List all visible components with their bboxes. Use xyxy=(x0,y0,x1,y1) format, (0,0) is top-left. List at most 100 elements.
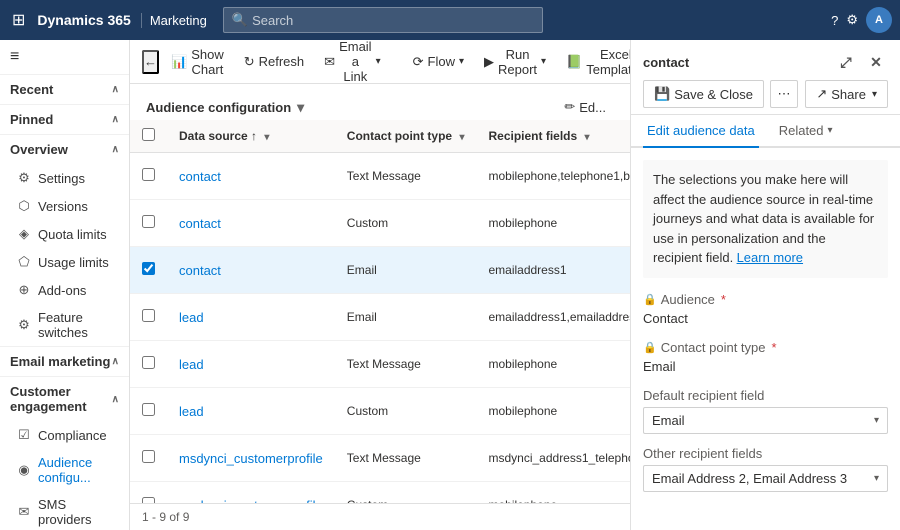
sidebar-item-quota[interactable]: ◈ Quota limits xyxy=(0,220,129,248)
versions-icon: ⬡ xyxy=(16,198,32,214)
expand-icon[interactable]: ⤢ xyxy=(834,50,858,74)
row-checkbox-cell[interactable] xyxy=(130,153,167,200)
sidebar-hamburger[interactable]: ≡ xyxy=(0,40,129,74)
data-source-link[interactable]: lead xyxy=(179,310,204,325)
excel-templates-button[interactable]: 📗 Excel Templates ▾ xyxy=(558,42,630,82)
tab-edit-audience[interactable]: Edit audience data xyxy=(643,115,759,148)
sidebar-customer-label: Customer engagement xyxy=(10,384,112,414)
search-box[interactable]: 🔍 Search xyxy=(223,7,543,33)
data-source-link[interactable]: lead xyxy=(179,357,204,372)
row-checkbox-cell[interactable] xyxy=(130,247,167,294)
contact-point-field-section: 🔒 Contact point type Email xyxy=(643,340,888,376)
flow-button[interactable]: ⟳ Flow ▾ xyxy=(405,49,472,75)
sidebar-item-addons[interactable]: ⊕ Add-ons xyxy=(0,276,129,304)
row-checkbox[interactable] xyxy=(142,168,155,181)
brand-name: Dynamics 365 xyxy=(37,12,130,28)
help-icon[interactable]: ? xyxy=(831,13,838,28)
sidebar-item-usage[interactable]: ⬠ Usage limits xyxy=(0,248,129,276)
audience-icon: ◉ xyxy=(16,462,32,478)
sidebar-item-sms[interactable]: ✉ SMS providers xyxy=(0,491,129,530)
waffle-icon[interactable]: ⊞ xyxy=(8,6,29,34)
data-source-link[interactable]: lead xyxy=(179,404,204,419)
audience-table: Data source ↑ ▾ Contact point type ▾ Rec… xyxy=(130,120,630,503)
row-checkbox[interactable] xyxy=(142,262,155,275)
refresh-button[interactable]: ↻ Refresh xyxy=(236,49,312,75)
other-recipient-dropdown[interactable]: Email Address 2, Email Address 3 ▾ xyxy=(643,465,888,492)
sidebar-item-settings[interactable]: ⚙ Settings xyxy=(0,164,129,192)
sidebar-usage-label: Usage limits xyxy=(38,255,109,270)
sidebar-versions-label: Versions xyxy=(38,199,88,214)
run-report-chevron: ▾ xyxy=(541,56,546,67)
row-checkbox-cell[interactable] xyxy=(130,482,167,504)
col-recipient-fields[interactable]: Recipient fields ▾ xyxy=(476,120,630,153)
more-options-button[interactable]: ⋯ xyxy=(770,80,798,108)
sidebar-addons-label: Add-ons xyxy=(38,283,86,298)
save-close-button[interactable]: 💾 Save & Close xyxy=(643,80,764,108)
sidebar-customer-header[interactable]: Customer engagement ∧ xyxy=(0,376,129,421)
table-row[interactable]: msdynci_customerprofile Text Message msd… xyxy=(130,435,630,482)
row-checkbox-cell[interactable] xyxy=(130,200,167,247)
panel-header: contact ⤢ ✕ xyxy=(631,40,900,74)
sidebar-item-compliance[interactable]: ☑ Compliance xyxy=(0,421,129,449)
share-chevron: ▾ xyxy=(872,89,877,100)
select-all-header[interactable] xyxy=(130,120,167,153)
row-checkbox[interactable] xyxy=(142,403,155,416)
table-footer: 1 - 9 of 9 xyxy=(130,503,630,530)
table-row[interactable]: contact Text Message mobilephone,telepho… xyxy=(130,153,630,200)
user-avatar[interactable]: A xyxy=(866,7,892,33)
report-icon: ▶ xyxy=(484,54,494,70)
row-checkbox[interactable] xyxy=(142,450,155,463)
learn-more-link[interactable]: Learn more xyxy=(737,250,803,265)
row-checkbox-cell[interactable] xyxy=(130,388,167,435)
audience-label: 🔒 Audience xyxy=(643,292,888,307)
sidebar-item-audience[interactable]: ◉ Audience configu... xyxy=(0,449,129,491)
col-contact-point[interactable]: Contact point type ▾ xyxy=(335,120,477,153)
customer-chevron: ∧ xyxy=(112,394,119,405)
page-title-chevron[interactable]: ▾ xyxy=(297,99,304,116)
row-checkbox[interactable] xyxy=(142,356,155,369)
contact-point-cell: Custom xyxy=(335,200,477,247)
recent-chevron: ∧ xyxy=(112,84,119,95)
row-checkbox[interactable] xyxy=(142,215,155,228)
edit-button[interactable]: ✏ Ed... xyxy=(556,94,614,120)
table-row[interactable]: lead Text Message mobilephone A # admi..… xyxy=(130,341,630,388)
back-button[interactable]: ← xyxy=(142,50,159,74)
share-icon: ↗ xyxy=(816,86,827,102)
row-checkbox-cell[interactable] xyxy=(130,341,167,388)
data-source-link[interactable]: contact xyxy=(179,216,221,231)
show-chart-button[interactable]: 📊 Show Chart xyxy=(163,42,232,82)
data-source-link[interactable]: contact xyxy=(179,263,221,278)
sidebar-item-versions[interactable]: ⬡ Versions xyxy=(0,192,129,220)
col-data-source[interactable]: Data source ↑ ▾ xyxy=(167,120,335,153)
email-icon: ✉ xyxy=(324,54,335,70)
contact-point-cell: Custom xyxy=(335,388,477,435)
email-link-button[interactable]: ✉ Email a Link ▾ xyxy=(316,40,388,89)
table-row[interactable]: lead Email emailaddress1,emailaddress2,e… xyxy=(130,294,630,341)
sidebar-recent-header[interactable]: Recent ∧ xyxy=(0,74,129,104)
sidebar-pinned-header[interactable]: Pinned ∧ xyxy=(0,104,129,134)
table-row[interactable]: msdynci_customerprofile Custom mobilepho… xyxy=(130,482,630,504)
sidebar-item-feature-switches[interactable]: ⚙ Feature switches xyxy=(0,304,129,346)
sidebar-email-header[interactable]: Email marketing ∧ xyxy=(0,346,129,376)
row-checkbox[interactable] xyxy=(142,309,155,322)
row-checkbox-cell[interactable] xyxy=(130,435,167,482)
quota-icon: ◈ xyxy=(16,226,32,242)
run-report-button[interactable]: ▶ Run Report ▾ xyxy=(476,42,554,82)
default-recipient-dropdown[interactable]: Email ▾ xyxy=(643,407,888,434)
dropdown-chevron-1: ▾ xyxy=(874,415,879,426)
sidebar-overview-header[interactable]: Overview ∧ xyxy=(0,134,129,164)
close-icon[interactable]: ✕ xyxy=(864,50,888,74)
dropdown-chevron-2: ▾ xyxy=(874,473,879,484)
table-row[interactable]: lead Custom mobilephone A # admi... xyxy=(130,388,630,435)
table-row[interactable]: contact Email emailaddress1 A # admi... xyxy=(130,247,630,294)
table-row[interactable]: contact Custom mobilephone A # admi... xyxy=(130,200,630,247)
recipient-fields-cell: mobilephone xyxy=(476,482,630,504)
data-source-link[interactable]: contact xyxy=(179,169,221,184)
select-all-checkbox[interactable] xyxy=(142,128,155,141)
data-source-link[interactable]: msdynci_customerprofile xyxy=(179,451,323,466)
recipient-fields-cell: mobilephone,telephone1,busin... xyxy=(476,153,630,200)
tab-related[interactable]: Related ▾ xyxy=(775,115,837,148)
row-checkbox-cell[interactable] xyxy=(130,294,167,341)
settings-icon[interactable]: ⚙ xyxy=(846,12,858,28)
share-button[interactable]: ↗ Share ▾ xyxy=(805,80,888,108)
